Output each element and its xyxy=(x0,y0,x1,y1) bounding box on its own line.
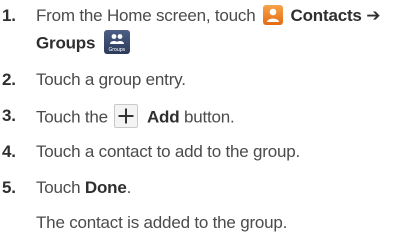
step-3-text-after: button. xyxy=(183,107,235,127)
groups-icon-caption: Groups xyxy=(108,47,126,53)
step-3-text-before: Touch the xyxy=(36,107,108,127)
step-5-text-before: Touch xyxy=(36,178,81,197)
step-4-text: Touch a contact to add to the group. xyxy=(36,142,301,161)
step-5-text: Touch Done. xyxy=(36,178,131,198)
step-4-number: 4. xyxy=(2,142,16,161)
contacts-app-icon xyxy=(263,4,283,25)
step-1-continuation: Groups Groups xyxy=(36,30,130,56)
step-1-number: 1. xyxy=(2,6,16,25)
groups-label: Groups xyxy=(36,33,96,53)
step-1-text-before: From the Home screen, touch xyxy=(36,6,256,25)
instruction-steps: 1. From the Home screen, touch Contacts … xyxy=(0,0,412,243)
contacts-label: Contacts xyxy=(290,6,362,25)
groups-tab-icon: Groups xyxy=(103,30,130,54)
step-5-number: 5. xyxy=(2,178,16,197)
step-3-text: Touch the Add button. xyxy=(36,104,235,130)
step-1-text: From the Home screen, touch Contacts ➔ xyxy=(36,4,381,27)
result-text: The contact is added to the group. xyxy=(36,213,288,232)
plus-icon xyxy=(114,104,139,128)
add-label: Add xyxy=(146,107,180,127)
step-3-number: 3. xyxy=(2,106,16,125)
step-2-text: Touch a group entry. xyxy=(36,70,186,89)
done-label: Done xyxy=(84,178,127,197)
step-5-text-after: . xyxy=(126,178,132,197)
step-2-number: 2. xyxy=(2,70,16,89)
arrow-icon: ➔ xyxy=(366,6,381,25)
